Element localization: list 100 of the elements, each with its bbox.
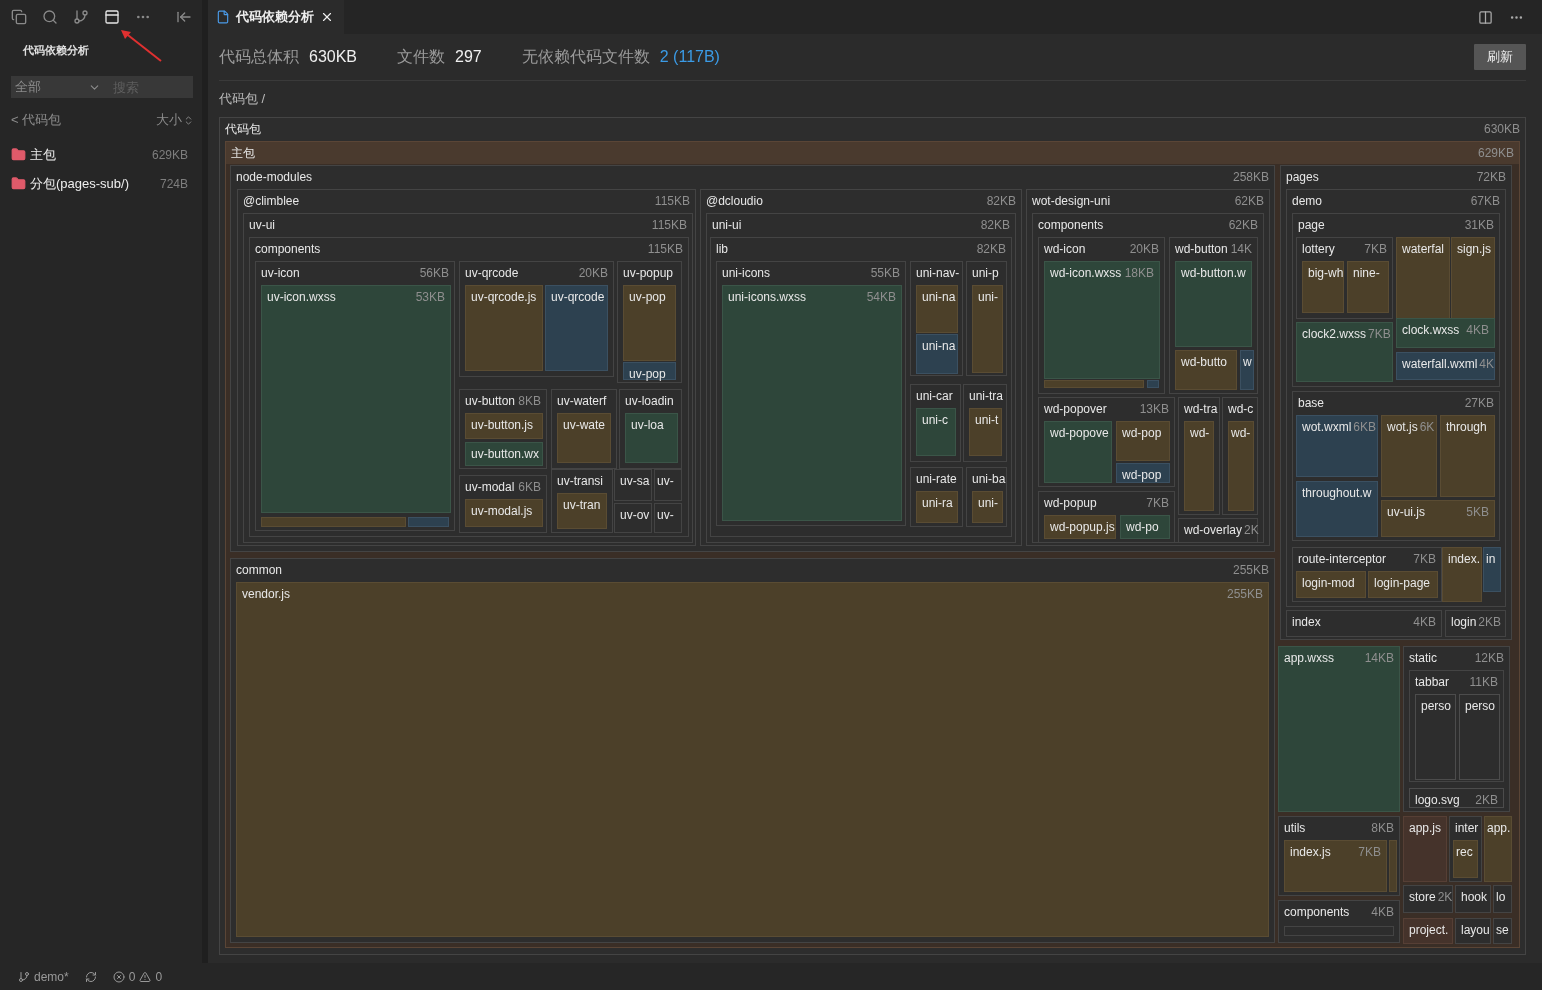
file-block[interactable]: uv-qrcode <box>545 285 608 371</box>
sync-icon[interactable] <box>84 970 97 983</box>
file-block[interactable]: perso <box>1415 694 1456 780</box>
file-block[interactable]: wot.js 6K <box>1381 415 1437 497</box>
file-block[interactable]: uv-icon.wxss 53KB <box>261 285 451 513</box>
folder-block[interactable]: components 62KB wd-icon 20KB wd-icon.wxss 18KB wd-button 14K wd-button.w wd-butto w wd-popover 13KB wd-popove wd-pop wd-pop wd-popup 7KB wd-popup.js wd-po wd-tra wd- wd-c wd- wd-overlay 2K <box>1032 213 1264 543</box>
folder-block[interactable]: uv-icon 56KB uv-icon.wxss 53KB <box>255 261 455 531</box>
folder-block[interactable]: common 255KB vendor.js 255KB <box>230 558 1275 943</box>
folder-block[interactable] <box>230 165 1275 552</box>
folder-block[interactable] <box>1280 165 1512 640</box>
folder-block[interactable]: uni-ui 82KB lib 82KB uni-icons 55KB uni-icons.wxss 54KB uni-nav- uni-na uni-na uni-p uni- uni-car uni-c uni-tra uni-t uni-rate uni-ra uni-ba uni- <box>706 213 1016 543</box>
file-block[interactable]: wd-popup.js <box>1044 515 1116 539</box>
file-block[interactable]: uv-button.wx <box>465 442 543 466</box>
stat-link[interactable]: 2 (117B) <box>659 48 720 66</box>
folder-block[interactable]: wd-icon 20KB wd-icon.wxss 18KB <box>1038 237 1165 394</box>
folder-block[interactable]: uni-ba uni- <box>966 467 1007 527</box>
file-block[interactable]: uv-wate <box>557 413 611 463</box>
file-block[interactable]: through <box>1440 415 1495 497</box>
breadcrumb[interactable]: 代码包 / <box>219 89 266 108</box>
folder-block[interactable]: inter rec <box>1449 816 1482 882</box>
file-block[interactable]: index.js 7KB <box>1284 840 1387 892</box>
layout-icon[interactable] <box>104 9 120 25</box>
folder-block[interactable]: uv-transi uv-tran <box>551 469 613 533</box>
split-icon[interactable] <box>1478 9 1493 25</box>
file-block[interactable]: sign.js <box>1451 237 1495 319</box>
folder-block[interactable]: uv-qrcode 20KB uv-qrcode.js uv-qrcode <box>459 261 614 377</box>
editor-tab[interactable]: 代码依赖分析 <box>208 0 344 34</box>
file-block[interactable]: perso <box>1459 694 1500 780</box>
file-block[interactable]: uni-ra <box>916 491 958 523</box>
file-block[interactable]: wd-popove <box>1044 421 1112 483</box>
folder-block[interactable]: uv-waterf uv-wate <box>551 389 617 469</box>
file-block[interactable]: wd-button.w <box>1175 261 1252 347</box>
file-block[interactable]: uv-pop <box>623 285 676 361</box>
folder-block[interactable]: lib 82KB uni-icons 55KB uni-icons.wxss 54KB uni-nav- uni-na uni-na uni-p uni- uni-car uni-c uni-tra uni-t uni-rate uni-ra uni-ba uni- <box>710 237 1012 537</box>
file-block[interactable]: uv-button.js <box>465 413 543 439</box>
package-name[interactable]: 主包 <box>30 145 152 164</box>
file-block[interactable]: wd-pop <box>1116 421 1170 461</box>
file-block[interactable]: wd-butto <box>1175 350 1237 390</box>
folder-block[interactable]: lottery 7KB big-wh nine- <box>1296 237 1393 319</box>
file-block[interactable]: wd-po <box>1120 515 1170 539</box>
refresh-button[interactable]: 刷新 <box>1474 44 1526 70</box>
file-block[interactable]: uv-loa <box>625 413 678 463</box>
file-block[interactable]: uv-pop <box>623 362 676 380</box>
folder-block[interactable]: uv-loadin uv-loa <box>619 389 682 469</box>
collapse-icon[interactable] <box>176 9 192 25</box>
folder-block[interactable]: uv-ov <box>614 503 652 533</box>
branch-icon[interactable] <box>73 9 89 25</box>
file-block[interactable]: throughout.w <box>1296 481 1378 537</box>
file-block[interactable]: w <box>1240 350 1254 390</box>
file-block[interactable]: app.js <box>1403 816 1447 882</box>
file-block[interactable]: logo.svg 2KB <box>1409 788 1504 808</box>
file-block[interactable]: project. <box>1403 918 1453 944</box>
folder-block[interactable]: utils 8KB index.js 7KB <box>1278 816 1400 896</box>
folder-block[interactable]: route-interceptor 7KB login-mod login-page <box>1292 547 1442 602</box>
file-block[interactable]: wd-icon.wxss 18KB <box>1044 261 1160 379</box>
file-block[interactable]: wd-pop <box>1116 463 1170 483</box>
file-block[interactable]: index. <box>1442 547 1482 602</box>
folder-block[interactable]: uni-tra uni-t <box>963 384 1007 462</box>
folder-block[interactable]: index 4KB <box>1286 610 1442 637</box>
folder-block[interactable]: uv-sa <box>614 469 652 501</box>
folder-block[interactable]: base 27KB wot.wxml 6KB wot.js 6K through throughout.w uv-ui.js 5KB <box>1292 391 1500 541</box>
file-block[interactable]: wd- <box>1184 421 1214 511</box>
folder-block[interactable]: login 2KB <box>1445 610 1506 637</box>
folder-block[interactable] <box>1286 189 1506 607</box>
file-block[interactable]: wd- <box>1228 421 1254 511</box>
package-name[interactable]: 分包(pages-sub/) <box>30 174 160 193</box>
files-icon[interactable] <box>11 9 27 25</box>
file-block[interactable]: in <box>1483 547 1501 592</box>
folder-block[interactable]: uv- <box>654 469 682 501</box>
file-block[interactable]: clock.wxss 4KB <box>1396 318 1495 348</box>
folder-block[interactable]: uv- <box>654 503 682 533</box>
folder-block[interactable]: uni-p uni- <box>966 261 1007 376</box>
file-block[interactable]: nine- <box>1347 261 1389 313</box>
file-block[interactable]: waterfall.wxml 4K <box>1396 352 1495 380</box>
file-block[interactable]: uni-c <box>916 408 956 456</box>
file-block[interactable]: app.wxss 14KB <box>1278 646 1400 812</box>
folder-block[interactable]: static 12KB tabbar 11KB perso perso logo.svg 2KB <box>1403 646 1510 812</box>
file-block[interactable]: uv-tran <box>557 493 607 529</box>
file-block[interactable]: uv-ui.js 5KB <box>1381 500 1495 537</box>
folder-block[interactable]: @dcloudio 82KB uni-ui 82KB lib 82KB uni-icons 55KB uni-icons.wxss 54KB uni-nav- uni-na uni-na uni-p uni- uni-car uni-c uni-tra uni-t uni-rate uni-ra uni-ba uni- <box>700 189 1022 546</box>
folder-block[interactable]: wd-c wd- <box>1222 397 1258 515</box>
folder-block[interactable]: uv-modal 6KB uv-modal.js <box>459 475 547 533</box>
file-block[interactable]: uni-na <box>916 285 958 333</box>
folder-block[interactable]: tabbar 11KB perso perso <box>1409 670 1504 782</box>
file-block[interactable]: wot.wxml 6KB <box>1296 415 1378 477</box>
folder-block[interactable]: se <box>1493 918 1512 944</box>
folder-block[interactable]: lo <box>1493 885 1512 913</box>
file-block[interactable]: uv-qrcode.js <box>465 285 543 371</box>
back-link[interactable]: < 代码包 <box>11 111 62 129</box>
folder-block[interactable]: uni-icons 55KB uni-icons.wxss 54KB <box>716 261 906 526</box>
folder-block[interactable]: hook <box>1455 885 1491 913</box>
problems-status[interactable]: 0 0 <box>112 969 163 984</box>
sort-button[interactable]: 大小 <box>156 111 194 129</box>
file-block[interactable]: clock2.wxss 7KB <box>1296 322 1393 382</box>
folder-block[interactable]: store 2K <box>1403 885 1453 913</box>
file-block[interactable]: rec <box>1453 840 1478 878</box>
folder-block[interactable]: uni-car uni-c <box>910 384 961 462</box>
file-block[interactable]: big-wh <box>1302 261 1344 313</box>
file-block[interactable]: app. <box>1484 816 1512 882</box>
folder-block[interactable]: uni-rate uni-ra <box>910 467 963 527</box>
